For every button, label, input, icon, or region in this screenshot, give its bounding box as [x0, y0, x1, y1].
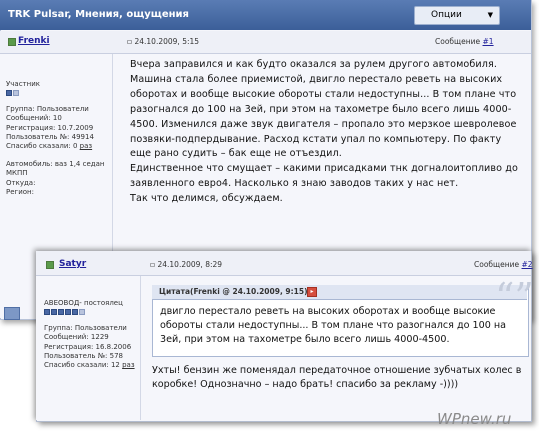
post-1-body: Вчера заправился и как будто оказался за…: [130, 58, 522, 207]
message-number-link[interactable]: #1: [483, 37, 494, 46]
rank-pip: [58, 309, 64, 316]
user-group: Группа: Пользователи: [44, 324, 127, 333]
user-region: Регион:: [6, 187, 34, 196]
thread-title: TRK Pulsar, Мнения, ощущения: [8, 9, 189, 20]
user-from: Откуда:: [6, 178, 36, 187]
post-1-footer-icon[interactable]: [4, 307, 20, 320]
quote-text: двигло перестало реветь на высоких оборо…: [160, 306, 507, 346]
rank-pip: [72, 309, 78, 316]
message-label: Сообщение: [435, 37, 481, 46]
user-thanks-link[interactable]: раз: [80, 142, 92, 150]
online-status-icon: [8, 38, 16, 46]
message-number-link[interactable]: #2: [522, 260, 533, 269]
user-thanks: Спасибо сказали: 0 раз: [6, 142, 104, 151]
message-label: Сообщение: [474, 260, 520, 269]
user-registration: Регистрация: 10.7.2009: [6, 123, 94, 132]
post-2-reply-text: Ухты! бензин же поменядал передаточное о…: [152, 365, 522, 391]
user-car-transmission: МКПП: [6, 169, 28, 178]
post-1-message-number: Сообщение #1: [435, 37, 494, 46]
post-2-header-bar: [36, 251, 531, 276]
post-1-username[interactable]: Frenki: [18, 36, 50, 46]
user-messages: Сообщений: 10: [6, 114, 62, 123]
rank-pip: [13, 90, 19, 97]
options-button-label: Опции: [431, 10, 462, 20]
options-button[interactable]: Опции ▼: [414, 6, 500, 25]
user-rank: АВЕОВОД- постоялец: [44, 299, 123, 307]
post-icon: ▫: [127, 37, 133, 46]
rank-pip: [51, 309, 57, 316]
post-1-paragraph: Единственное что смущает – какими присад…: [130, 163, 518, 190]
user-registration: Регистрация: 16.8.2006: [44, 342, 132, 351]
post-2-message-number: Сообщение #2: [474, 260, 533, 269]
rank-pip: [6, 90, 12, 97]
post-1-user-info: Участник Группа: Пользователи Сообщений:…: [6, 80, 104, 197]
post-1-date-text: 24.10.2009, 5:15: [134, 37, 200, 46]
user-messages: Сообщений: 1229: [44, 333, 109, 342]
post-1-date: ▫ 24.10.2009, 5:15: [127, 37, 199, 46]
post-2-user-info: АВЕОВОД- постоялец Группа: Пользователи …: [44, 299, 135, 370]
user-thanks-text: Спасибо сказали: 12: [44, 361, 120, 370]
post-2-date: ▫ 24.10.2009, 8:29: [150, 260, 222, 269]
user-thanks-link[interactable]: раз: [122, 361, 134, 369]
rank-pip: [79, 309, 85, 316]
quote-header: Цитата(Frenki @ 24.10.2009, 9:15) ▸: [152, 285, 527, 300]
post-icon: ▫: [150, 260, 156, 269]
post-2-date-text: 24.10.2009, 8:29: [157, 260, 223, 269]
user-group: Группа: Пользователи: [6, 105, 89, 114]
thread-header: TRK Pulsar, Мнения, ощущения Опции ▼: [0, 0, 531, 30]
chevron-down-icon: ▼: [487, 11, 493, 19]
user-thanks: Спасибо сказали: 12 раз: [44, 361, 135, 370]
jump-to-quote-icon[interactable]: ▸: [307, 287, 317, 297]
rank-pips: [44, 309, 135, 316]
post-2-username[interactable]: Satyr: [59, 259, 86, 269]
user-car: Автомобиль: ваз 1,4 седан: [6, 160, 105, 169]
rank-pip: [65, 309, 71, 316]
post-1-paragraph: Вчера заправился и как будто оказался за…: [130, 59, 517, 160]
user-rank: Участник: [6, 80, 40, 88]
rank-pip: [44, 309, 50, 316]
user-number: Пользователь №: 49914: [6, 132, 94, 141]
watermark: WPnew.ru: [437, 410, 512, 428]
user-thanks-text: Спасибо сказали: 0: [6, 142, 78, 151]
user-number: Пользователь №: 578: [44, 351, 123, 360]
rank-pips: [6, 90, 104, 97]
quote-header-text: Цитата(Frenki @ 24.10.2009, 9:15): [159, 287, 308, 296]
post-1-paragraph: Так что делимся, обсуждаем.: [130, 193, 283, 205]
online-status-icon: [46, 261, 54, 269]
